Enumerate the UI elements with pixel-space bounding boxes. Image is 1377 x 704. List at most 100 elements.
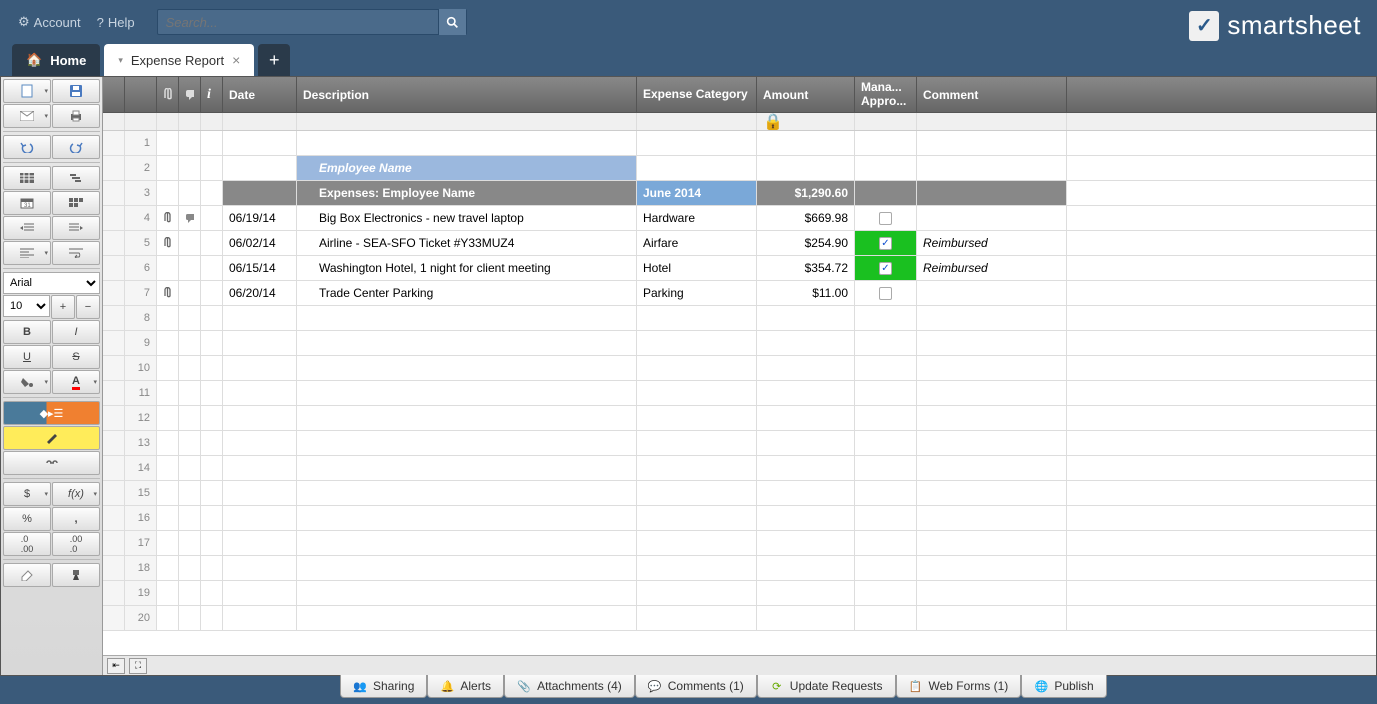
amount-cell[interactable]	[757, 606, 855, 630]
amount-cell[interactable]	[757, 581, 855, 605]
align-button[interactable]: ▾	[3, 241, 51, 265]
amount-cell[interactable]	[757, 306, 855, 330]
comment-cell[interactable]	[917, 531, 1067, 555]
row-number[interactable]: 16	[125, 506, 157, 530]
wrap-button[interactable]	[52, 241, 100, 265]
gantt-view-button[interactable]	[52, 166, 100, 190]
approval-cell[interactable]	[855, 531, 917, 555]
category-cell[interactable]	[637, 306, 757, 330]
table-row[interactable]: 15	[103, 481, 1376, 506]
update-requests-tab[interactable]: ⟳Update Requests	[757, 675, 896, 698]
approval-cell[interactable]	[855, 356, 917, 380]
search-input[interactable]	[158, 15, 438, 30]
attachment-cell[interactable]	[157, 381, 179, 405]
description-cell[interactable]	[297, 331, 637, 355]
discussion-cell[interactable]	[179, 531, 201, 555]
category-cell[interactable]	[637, 331, 757, 355]
discussion-cell[interactable]	[179, 506, 201, 530]
approval-cell[interactable]	[855, 281, 917, 305]
comment-cell[interactable]	[917, 156, 1067, 180]
date-cell[interactable]: 06/20/14	[223, 281, 297, 305]
size-select[interactable]: 10	[3, 295, 50, 317]
alerts-tab[interactable]: 🔔Alerts	[427, 675, 504, 698]
row-number[interactable]: 12	[125, 406, 157, 430]
category-cell[interactable]	[637, 581, 757, 605]
date-cell[interactable]	[223, 331, 297, 355]
discussion-cell[interactable]	[179, 156, 201, 180]
decrease-size-button[interactable]: −	[76, 295, 100, 319]
row-number[interactable]: 7	[125, 281, 157, 305]
attachment-cell[interactable]	[157, 506, 179, 530]
attachment-cell[interactable]	[157, 331, 179, 355]
comment-cell[interactable]	[917, 206, 1067, 230]
highlight-button[interactable]	[3, 426, 100, 450]
table-row[interactable]: 606/15/14Washington Hotel, 1 night for c…	[103, 256, 1376, 281]
header-category[interactable]: Expense Category	[637, 77, 757, 112]
comment-cell[interactable]	[917, 181, 1067, 205]
date-cell[interactable]: 06/02/14	[223, 231, 297, 255]
checkbox-icon[interactable]	[879, 212, 892, 225]
description-cell[interactable]	[297, 506, 637, 530]
strike-button[interactable]: S	[52, 345, 100, 369]
description-cell[interactable]	[297, 606, 637, 630]
row-number[interactable]: 2	[125, 156, 157, 180]
table-row[interactable]: 16	[103, 506, 1376, 531]
date-cell[interactable]	[223, 431, 297, 455]
approval-cell[interactable]	[855, 556, 917, 580]
row-number[interactable]: 1	[125, 131, 157, 155]
comment-cell[interactable]	[917, 431, 1067, 455]
fill-color-button[interactable]: ▾	[3, 370, 51, 394]
description-cell[interactable]	[297, 381, 637, 405]
comment-cell[interactable]	[917, 381, 1067, 405]
underline-button[interactable]: U	[3, 345, 51, 369]
category-cell[interactable]: Hardware	[637, 206, 757, 230]
category-cell[interactable]	[637, 456, 757, 480]
amount-cell[interactable]: $1,290.60	[757, 181, 855, 205]
date-cell[interactable]	[223, 581, 297, 605]
row-number[interactable]: 10	[125, 356, 157, 380]
comment-cell[interactable]: Reimbursed	[917, 231, 1067, 255]
row-number[interactable]: 4	[125, 206, 157, 230]
table-row[interactable]: 3Expenses: Employee NameJune 2014$1,290.…	[103, 181, 1376, 206]
amount-cell[interactable]	[757, 481, 855, 505]
row-number[interactable]: 9	[125, 331, 157, 355]
category-cell[interactable]	[637, 356, 757, 380]
description-cell[interactable]	[297, 306, 637, 330]
date-cell[interactable]	[223, 556, 297, 580]
attachment-cell[interactable]	[157, 156, 179, 180]
text-color-button[interactable]: A▾	[52, 370, 100, 394]
approval-cell[interactable]	[855, 306, 917, 330]
redo-button[interactable]	[52, 135, 100, 159]
discussion-cell[interactable]	[179, 206, 201, 230]
table-row[interactable]: 14	[103, 456, 1376, 481]
approval-cell[interactable]	[855, 481, 917, 505]
increase-size-button[interactable]: +	[51, 295, 75, 319]
discussion-cell[interactable]	[179, 581, 201, 605]
amount-cell[interactable]	[757, 431, 855, 455]
grid-body[interactable]: 12 Employee Name3Expenses: Employee NameJ…	[103, 131, 1376, 655]
amount-cell[interactable]	[757, 156, 855, 180]
new-button[interactable]: ▾	[3, 79, 51, 103]
table-row[interactable]: 2 Employee Name	[103, 156, 1376, 181]
close-icon[interactable]: ×	[232, 52, 240, 68]
header-indicator[interactable]: i	[201, 77, 223, 112]
table-row[interactable]: 706/20/14Trade Center ParkingParking$11.…	[103, 281, 1376, 306]
table-row[interactable]: 506/02/14Airline - SEA-SFO Ticket #Y33MU…	[103, 231, 1376, 256]
table-row[interactable]: 20	[103, 606, 1376, 631]
checkbox-icon[interactable]: ✓	[879, 262, 892, 275]
attachment-cell[interactable]	[157, 206, 179, 230]
row-number[interactable]: 11	[125, 381, 157, 405]
table-row[interactable]: 10	[103, 356, 1376, 381]
discussion-cell[interactable]	[179, 231, 201, 255]
search-button[interactable]	[438, 9, 466, 35]
approval-cell[interactable]	[855, 406, 917, 430]
comment-cell[interactable]	[917, 456, 1067, 480]
tab-add[interactable]: +	[258, 44, 290, 76]
attachments-tab[interactable]: 📎Attachments (4)	[504, 675, 635, 698]
attachment-cell[interactable]	[157, 581, 179, 605]
description-cell[interactable]: Employee Name	[297, 156, 637, 180]
row-number[interactable]: 8	[125, 306, 157, 330]
attachment-cell[interactable]	[157, 306, 179, 330]
attachment-cell[interactable]	[157, 256, 179, 280]
percent-button[interactable]: %	[3, 507, 51, 531]
